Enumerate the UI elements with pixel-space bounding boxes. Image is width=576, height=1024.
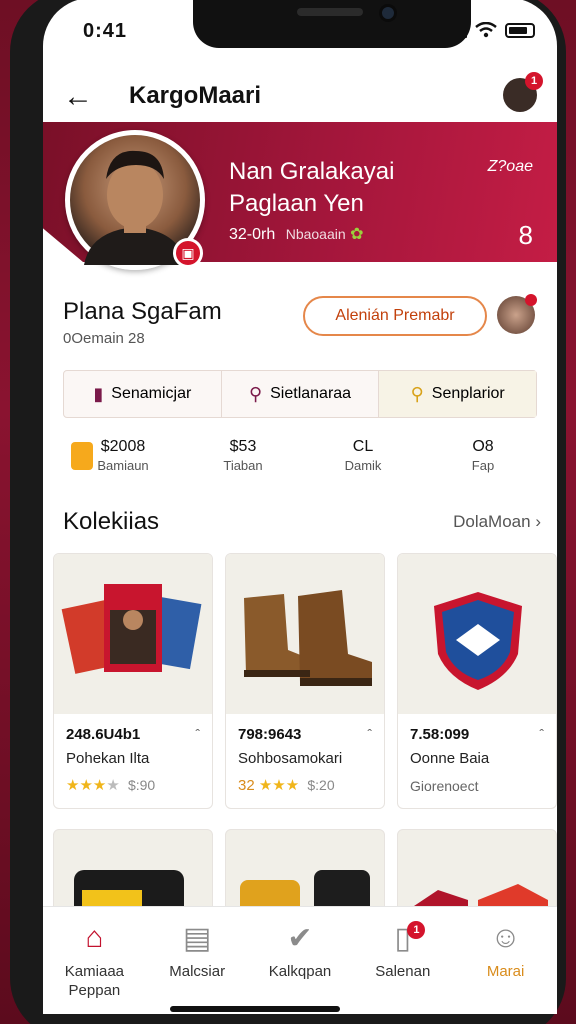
avatar-camera-icon[interactable]: ▣ — [173, 238, 203, 268]
product-rating: ★★★★ $:90 — [66, 776, 155, 794]
banner-bottom-right[interactable]: 8 — [519, 220, 533, 251]
tab-saved[interactable]: ▯ 1 Salenan — [351, 907, 454, 1014]
user-icon: ☺ — [490, 921, 521, 954]
speaker — [297, 8, 363, 16]
segment-item-0[interactable]: ▮ Senamicjar — [64, 371, 222, 417]
product-image — [398, 554, 556, 714]
stat-item[interactable]: O8 Fap — [423, 438, 543, 478]
banner-top-right: Z?oae — [487, 158, 533, 175]
boots-image — [244, 590, 372, 686]
app-screen: 0:41 ← KargoMaari 1 ▣ Nan Gralakayai Pag… — [43, 0, 557, 1014]
search-icon: ⚲ — [248, 383, 263, 404]
app-bar: ← KargoMaari 1 — [43, 68, 557, 124]
notch — [193, 0, 471, 48]
notification-avatar[interactable]: 1 — [503, 72, 543, 112]
segment-label: Senplarior — [431, 385, 505, 402]
home-indicator[interactable] — [170, 1006, 340, 1012]
segment-control: ▮ Senamicjar ⚲ Sietlanaraa ⚲ Senplarior — [63, 370, 537, 418]
tab-label: Kalkqpan — [268, 963, 332, 980]
check-badge-icon: ✔ — [287, 922, 313, 955]
bookmark-icon: ▯ — [394, 922, 412, 955]
comic-books-image — [61, 584, 202, 674]
tab-messages[interactable]: ▤ Malcsiar — [146, 907, 249, 1014]
see-all-label: DolaMoan — [453, 512, 531, 531]
rating-text: $:90 — [127, 777, 156, 793]
stat-label: Tiaban — [223, 458, 263, 473]
stat-item[interactable]: $53 Tiaban — [183, 438, 303, 478]
product-image — [54, 554, 212, 714]
back-arrow-icon[interactable]: ← — [63, 80, 93, 114]
tab-label: Malcsiar — [169, 963, 226, 980]
wifi-icon — [475, 22, 497, 38]
section-title: Kolekiias — [63, 508, 160, 535]
stats-row: $2008 Bamiaun $53 Tiaban CL Damik O8 Fap — [63, 438, 543, 478]
star-icons: ★★★★ — [66, 777, 120, 794]
tab-profile[interactable]: ☺ Marai — [454, 907, 557, 1014]
coin-icon — [71, 442, 93, 470]
phone-frame: 0:41 ← KargoMaari 1 ▣ Nan Gralakayai Pag… — [10, 0, 566, 1024]
stat-item[interactable]: CL Damik — [303, 438, 423, 478]
app-title: KargoMaari — [129, 82, 262, 109]
premium-action-button[interactable]: Alenián Premabr — [303, 296, 487, 336]
chevron-right-icon: › — [535, 512, 541, 531]
see-all-link[interactable]: DolaMoan › — [453, 512, 541, 532]
rating-prefix: 32 — [238, 777, 255, 794]
star-icons: ★★★ — [258, 777, 300, 794]
bookmark-icon: ▮ — [93, 383, 104, 404]
segment-item-1[interactable]: ⚲ Sietlanaraa — [222, 371, 380, 417]
rating-text: $:20 — [307, 777, 335, 793]
banner-sub-value: 32-0rh — [229, 226, 276, 243]
status-time: 0:41 — [83, 20, 128, 42]
stat-label: Damik — [344, 458, 382, 473]
tab-label: Marai — [486, 963, 525, 980]
chevron-up-icon[interactable]: ˆ — [539, 726, 544, 742]
product-card[interactable]: 7.58:099 ˆ Oonne Baia Giorenoect — [397, 553, 557, 809]
profile-meta: 0Oemain 28 — [63, 330, 145, 347]
product-price: 7.58:099 — [410, 726, 470, 743]
tab-home[interactable]: ⌂ Kamiaaa Peppan — [43, 907, 146, 1014]
shield-badge-image — [434, 592, 522, 690]
home-icon: ⌂ — [85, 921, 104, 954]
tab-verified[interactable]: ✔ Kalkqpan — [249, 907, 352, 1014]
segment-item-2[interactable]: ⚲ Senplarior — [379, 371, 537, 417]
leaf-icon: ✿ — [350, 226, 364, 243]
product-extra: Giorenoect — [410, 778, 479, 794]
profile-name: Plana SgaFam — [63, 298, 222, 325]
product-card[interactable]: 798:9643 ˆ Sohbosamokari 32 ★★★ $:20 — [225, 553, 385, 809]
stat-value: CL — [352, 438, 374, 455]
product-name: Oonne Baia — [410, 750, 490, 767]
product-price: 798:9643 — [238, 726, 302, 743]
banner-sub-muted: Nbaoaain — [285, 226, 346, 242]
stat-value: O8 — [472, 438, 494, 455]
chat-icon: ▤ — [183, 922, 212, 955]
chevron-up-icon[interactable]: ˆ — [367, 726, 372, 742]
product-card[interactable]: 248.6U4b1 ˆ Pohekan Ilta ★★★★ $:90 — [53, 553, 213, 809]
key-icon: ⚲ — [410, 383, 424, 404]
segment-label: Sietlanaraa — [270, 385, 352, 402]
product-image — [226, 554, 384, 714]
product-name: Pohekan Ilta — [66, 750, 150, 767]
product-price: 248.6U4b1 — [66, 726, 141, 743]
tab-label: Kamiaaa — [64, 963, 124, 980]
front-camera — [379, 4, 397, 22]
stat-label: Fap — [471, 458, 495, 473]
notification-badge: 1 — [525, 72, 543, 90]
segment-label: Senamicjar — [111, 385, 192, 402]
product-rating: 32 ★★★ $:20 — [238, 776, 335, 794]
tab-label-secondary: Peppan — [68, 982, 121, 999]
bottom-tab-bar: ⌂ Kamiaaa Peppan ▤ Malcsiar ✔ Kalkqpan ▯… — [43, 906, 557, 1014]
friend-avatar[interactable] — [497, 294, 537, 334]
banner-subtitle: 32-0rh Nbaoaain ✿ — [229, 224, 364, 244]
stat-value: $53 — [229, 438, 257, 455]
chevron-up-icon[interactable]: ˆ — [195, 726, 200, 742]
friend-avatar-badge — [525, 294, 537, 306]
product-name: Sohbosamokari — [238, 750, 343, 767]
battery-icon — [505, 23, 535, 38]
tab-label: Salenan — [375, 963, 431, 980]
banner-title: Nan Gralakayai Paglaan Yen — [229, 158, 395, 217]
